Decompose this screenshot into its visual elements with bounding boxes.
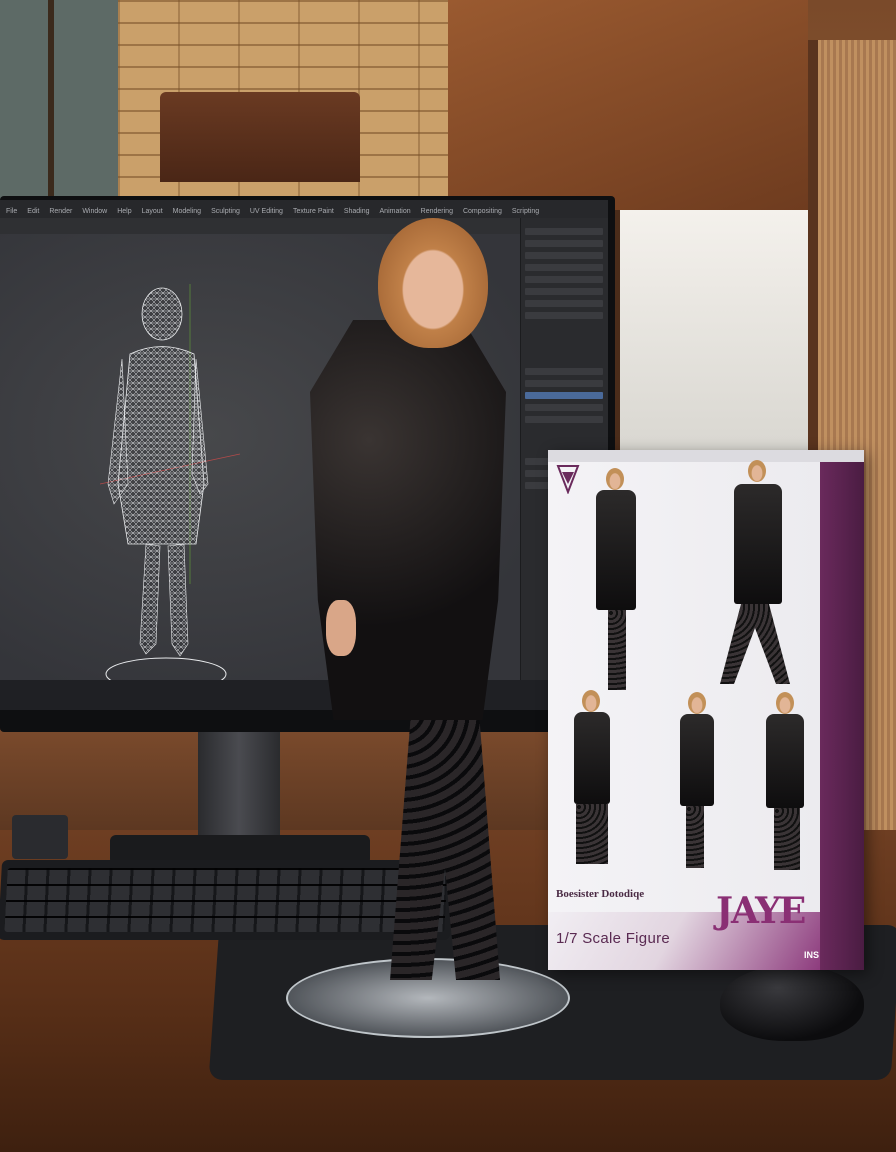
keyboard[interactable]: [0, 860, 455, 940]
menu-item[interactable]: File: [6, 208, 17, 215]
outliner-row[interactable]: [525, 300, 603, 307]
app-menubar[interactable]: File Edit Render Window Help Layout Modeling Sc…: [0, 200, 608, 218]
box-scale-label: 1/7 Scale Figure: [556, 930, 671, 947]
menu-item[interactable]: UV Editing: [250, 208, 283, 215]
figure-sequin-dress: [310, 320, 506, 720]
menu-item[interactable]: Texture Paint: [293, 208, 334, 215]
outliner-row[interactable]: [525, 276, 603, 283]
box-pose-image: [740, 692, 820, 872]
menu-item[interactable]: Sculpting: [211, 208, 240, 215]
box-brand-text: Boesister Dotodiqe: [556, 888, 645, 900]
keyboard-keys[interactable]: [4, 868, 448, 932]
outliner-row[interactable]: [525, 312, 603, 319]
properties-row[interactable]: [525, 368, 603, 375]
menu-item[interactable]: Help: [117, 208, 131, 215]
menu-item[interactable]: Window: [82, 208, 107, 215]
left-window: [0, 0, 124, 200]
computer-mouse[interactable]: [720, 965, 864, 1041]
outliner-row[interactable]: [525, 240, 603, 247]
bright-window: [614, 210, 810, 460]
menu-item[interactable]: Render: [49, 208, 72, 215]
menu-item[interactable]: Animation: [380, 208, 411, 215]
box-pose-image: [560, 690, 630, 870]
figure-head: [378, 218, 488, 348]
figure-hand: [326, 600, 356, 656]
properties-row-selected[interactable]: [525, 392, 603, 399]
usb-hub: [12, 815, 68, 859]
outliner-row[interactable]: [525, 252, 603, 259]
properties-row[interactable]: [525, 380, 603, 387]
wireframe-figure-model: [100, 284, 240, 691]
box-name-logo: JAYE: [716, 890, 806, 932]
box-pose-image: [668, 692, 728, 872]
outliner-row[interactable]: [525, 228, 603, 235]
properties-row[interactable]: [525, 404, 603, 411]
box-corner-code: INS: [804, 950, 820, 960]
os-taskbar[interactable]: [0, 680, 608, 710]
monitor-screen[interactable]: File Edit Render Window Help Layout Modeling Sc…: [0, 200, 608, 710]
outliner-row[interactable]: [525, 264, 603, 271]
box-pose-image: [700, 460, 810, 690]
menu-item[interactable]: Modeling: [173, 208, 201, 215]
menu-item[interactable]: Layout: [142, 208, 163, 215]
box-pose-image: [568, 468, 658, 698]
menu-item[interactable]: Rendering: [421, 208, 453, 215]
menu-item[interactable]: Scripting: [512, 208, 539, 215]
menu-item[interactable]: Shading: [344, 208, 370, 215]
menu-item[interactable]: Edit: [27, 208, 39, 215]
properties-row[interactable]: [525, 416, 603, 423]
monitor-stand-neck: [198, 732, 280, 842]
outliner-row[interactable]: [525, 288, 603, 295]
menu-item[interactable]: Compositing: [463, 208, 502, 215]
wooden-mantel: [160, 92, 360, 182]
